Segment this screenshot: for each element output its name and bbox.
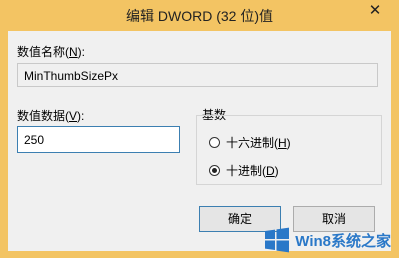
window-title: 编辑 DWORD (32 位)值 — [126, 8, 273, 24]
title-bar[interactable]: 编辑 DWORD (32 位)值 ✕ — [0, 0, 399, 30]
windows-logo-icon — [265, 227, 290, 253]
radio-hex-label: 十六进制(H) — [226, 136, 291, 150]
radio-decimal-label: 十进制(D) — [226, 164, 279, 178]
value-name-field[interactable]: MinThumbSizePx — [17, 63, 378, 87]
radio-hex[interactable]: 十六进制(H) — [209, 134, 291, 151]
value-name-label: 数值名称(N): — [17, 45, 86, 59]
value-data-input[interactable]: 250 — [17, 126, 180, 153]
watermark: Win8系统之家 — [264, 227, 391, 253]
base-group: 十六进制(H) 十进制(D) — [196, 115, 382, 185]
close-button[interactable]: ✕ — [358, 1, 392, 21]
dialog-body: 数值名称(N): MinThumbSizePx 数值数据(V): 250 基数 … — [8, 31, 391, 251]
radio-decimal-button[interactable] — [209, 165, 220, 176]
radio-decimal[interactable]: 十进制(D) — [209, 162, 279, 179]
watermark-text: Win8系统之家 — [295, 232, 391, 250]
radio-hex-button[interactable] — [209, 137, 220, 148]
dword-edit-dialog: 编辑 DWORD (32 位)值 ✕ 数值名称(N): MinThumbSize… — [0, 0, 399, 258]
close-icon: ✕ — [368, 2, 382, 19]
value-data-label: 数值数据(V): — [17, 109, 85, 123]
